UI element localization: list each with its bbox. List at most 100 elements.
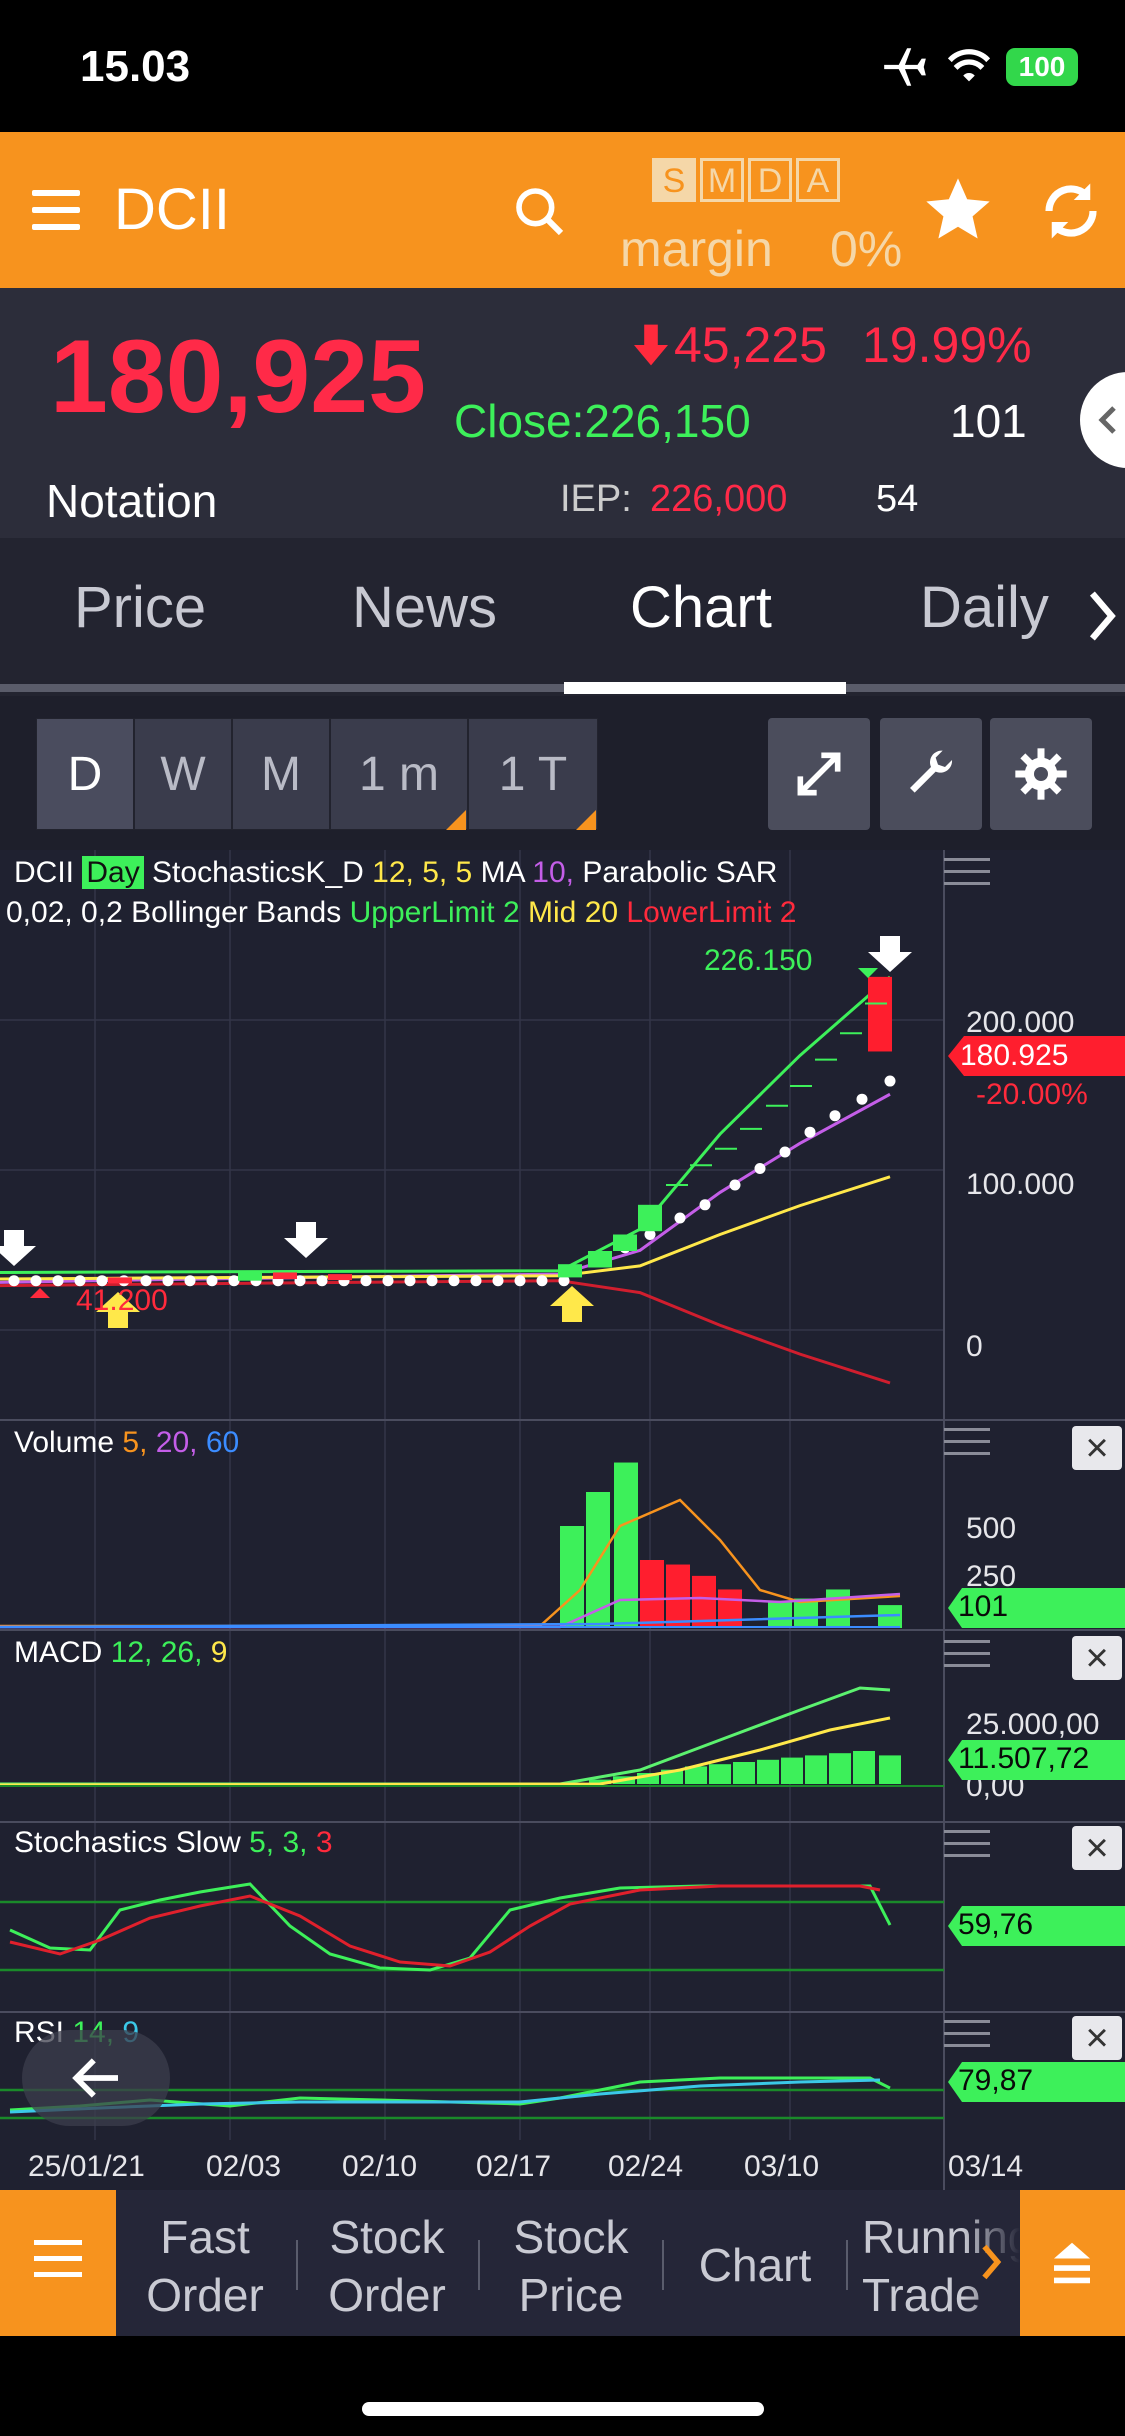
close-macd-panel-button[interactable]: × <box>1072 1636 1122 1680</box>
bottom-menu-button[interactable] <box>0 2190 116 2336</box>
legend-interval: Day <box>82 856 144 889</box>
rsi-badge-value: 79,87 <box>958 2064 1034 2097</box>
x-label-2: 02/10 <box>342 2150 418 2183</box>
price-change-pct: 19.99% <box>862 317 1032 373</box>
macd-histogram-bar <box>853 1751 875 1784</box>
wifi-icon <box>947 49 991 82</box>
collapse-handle[interactable] <box>1080 372 1125 468</box>
stoch-badge-value: 59,76 <box>958 1908 1034 1941</box>
menu-icon <box>34 2240 82 2277</box>
panel-menu-icon[interactable] <box>944 1428 990 1474</box>
tools-button[interactable] <box>880 718 982 830</box>
mode-a[interactable]: A <box>796 158 840 202</box>
close-icon: × <box>1085 1825 1109 1870</box>
back-button[interactable] <box>22 2030 170 2126</box>
wrench-icon <box>910 750 953 793</box>
sar-dot <box>52 1275 64 1287</box>
tab-active-indicator <box>564 682 846 694</box>
sar-dot <box>829 1110 841 1122</box>
y-tick-200000: 200.000 <box>966 1006 1075 1039</box>
chevron-right-icon[interactable] <box>980 2242 1002 2282</box>
last-price: 180,925 <box>50 319 426 435</box>
macd-signal-line <box>0 1716 891 1787</box>
candle <box>558 1264 582 1278</box>
candle <box>273 1272 297 1280</box>
notation-label[interactable]: Notation <box>46 474 217 528</box>
close-volume-panel-button[interactable]: × <box>1072 1426 1122 1470</box>
panel-menu-icon[interactable] <box>944 858 990 904</box>
iep-label: IEP: <box>560 478 632 520</box>
nav-chart[interactable]: Chart <box>680 2236 830 2294</box>
close-icon: × <box>1085 1425 1109 1470</box>
macd-histogram-bar <box>781 1757 803 1784</box>
tab-price[interactable]: Price <box>74 574 206 641</box>
tab-daily[interactable]: Daily <box>920 574 1049 641</box>
status-bar: 15.03 100 <box>0 0 1125 132</box>
period-m[interactable]: M <box>232 718 330 830</box>
airplane-icon <box>884 48 926 86</box>
stoch-signal-param: 3 <box>315 1826 333 1859</box>
volume-ma5-line <box>0 1498 901 1628</box>
stoch-legend: Stochastics Slow 5, 3, 3 <box>14 1826 333 1860</box>
chevron-left-icon <box>1098 406 1116 434</box>
sar-dot <box>30 1275 42 1287</box>
sar-dot <box>754 1163 766 1174</box>
period-d[interactable]: D <box>36 718 134 830</box>
legend-lower: LowerLimit 2 <box>626 896 797 929</box>
panel-menu-icon[interactable] <box>944 1640 990 1686</box>
collapse-up-icon <box>1054 2242 1090 2284</box>
chart-grid <box>0 850 945 2140</box>
panel-menu-icon[interactable] <box>944 1830 990 1876</box>
mode-s[interactable]: S <box>652 158 696 202</box>
volume-param-60: 60 <box>205 1426 240 1459</box>
nav-fast-order[interactable]: Fast Order <box>130 2208 280 2324</box>
nav-stock-price[interactable]: Stock Price <box>496 2208 646 2324</box>
search-icon[interactable] <box>512 184 568 240</box>
macd-histogram-bar <box>805 1755 827 1784</box>
mode-d[interactable]: D <box>748 158 792 202</box>
header-symbol[interactable]: DCII <box>114 176 230 243</box>
arrow-down-icon <box>634 324 668 366</box>
panel-menu-icon[interactable] <box>944 2020 990 2066</box>
period-w[interactable]: W <box>134 718 232 830</box>
sar-dot <box>514 1275 526 1287</box>
dropdown-corner-icon <box>576 810 596 830</box>
sar-dot <box>206 1275 218 1287</box>
home-indicator-area <box>0 2336 1125 2436</box>
menu-icon[interactable] <box>32 190 80 230</box>
macd-signal-param: 9 <box>210 1636 228 1669</box>
buy-signal-icon <box>550 1286 594 1322</box>
macd-legend: MACD 12, 26, 9 <box>14 1636 227 1670</box>
volume-bar <box>666 1564 690 1628</box>
home-indicator[interactable] <box>362 2402 764 2416</box>
settings-button[interactable] <box>990 718 1092 830</box>
expand-icon <box>797 752 841 796</box>
macd-histogram-bar <box>757 1759 779 1784</box>
bottom-expand-button[interactable] <box>1020 2190 1125 2336</box>
close-stoch-panel-button[interactable]: × <box>1072 1826 1122 1870</box>
chevron-right-icon[interactable] <box>1086 590 1118 642</box>
tab-chart[interactable]: Chart <box>630 574 772 641</box>
nav-stock-order[interactable]: Stock Order <box>312 2208 462 2324</box>
refresh-icon[interactable] <box>1038 178 1104 244</box>
candle <box>868 976 892 1052</box>
sar-dot <box>779 1146 791 1158</box>
volume-bar <box>718 1589 742 1628</box>
main-legend-line2: 0,02, 0,2 Bollinger Bands UpperLimit 2 M… <box>6 896 796 930</box>
low-label: 41.200 <box>76 1284 168 1317</box>
volume-param-5: 5, <box>122 1426 148 1459</box>
x-label-0: 25/01/21 <box>28 2150 145 2183</box>
close-rsi-panel-button[interactable]: × <box>1072 2016 1122 2060</box>
sar-dot <box>448 1275 460 1287</box>
volume-bar <box>614 1462 638 1628</box>
mode-m[interactable]: M <box>700 158 744 202</box>
tab-news[interactable]: News <box>352 574 497 641</box>
sar-dot <box>884 1075 896 1087</box>
legend-stoch: StochasticsK_D <box>152 856 364 889</box>
sar-dot <box>184 1275 196 1287</box>
volume-value: 101 <box>950 395 1027 447</box>
fullscreen-button[interactable] <box>768 718 870 830</box>
legend-bollinger: Bollinger Bands <box>131 896 342 929</box>
mode-selector: SMDA <box>652 158 840 202</box>
star-icon[interactable] <box>920 172 996 248</box>
